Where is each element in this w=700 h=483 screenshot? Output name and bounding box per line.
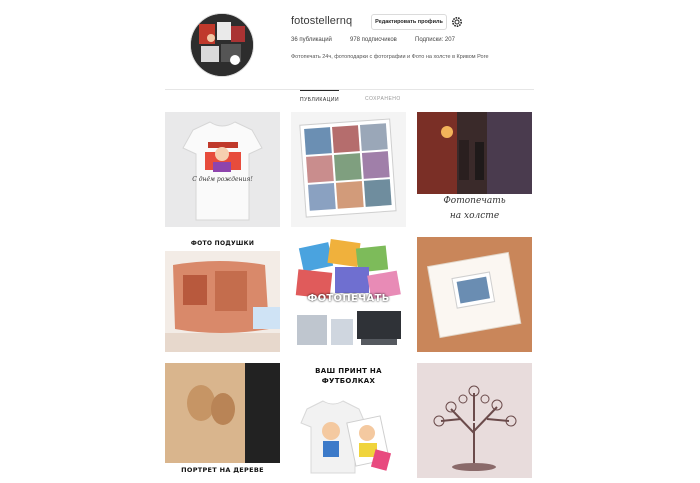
posts-grid: С днём рождения! Фотопечать на холсте ФО…	[165, 112, 533, 478]
post-photo-printing[interactable]: ФОТОПЕЧАТЬ	[291, 237, 406, 352]
post-caption: ПОРТРЕТ НА ДЕРЕВЕ	[181, 466, 264, 474]
profile-tabs: ПУБЛИКАЦИИ СОХРАНЕНО	[165, 90, 534, 108]
post-caption-line1: ВАШ ПРИНТ НА	[315, 367, 382, 375]
following-count[interactable]: Подписки: 207	[415, 37, 455, 43]
post-caption: ФОТО ПОДУШКИ	[190, 240, 255, 247]
profile-header: fotostellernq Редактировать профиль 36 п…	[0, 0, 700, 90]
post-tshirt-print[interactable]: ВАШ ПРИНТ НА ФУТБОЛКАХ	[291, 363, 406, 478]
edit-profile-button[interactable]: Редактировать профиль	[371, 14, 447, 30]
post-family-tree[interactable]	[417, 363, 532, 478]
post-caption-line2: ФУТБОЛКАХ	[321, 377, 376, 385]
post-portrait-wood[interactable]: ПОРТРЕТ НА ДЕРЕВЕ	[165, 363, 280, 478]
post-photo-album[interactable]	[417, 237, 532, 352]
post-photo-collage[interactable]	[291, 112, 406, 227]
profile-bio: Фотопечать 24ч, фотоподарки с фотографии…	[291, 54, 489, 60]
tab-posts[interactable]: ПУБЛИКАЦИИ	[300, 90, 340, 103]
post-photo-pillows[interactable]: ФОТО ПОДУШКИ	[165, 237, 280, 352]
profile-username: fotostellernq	[291, 15, 353, 27]
gear-icon[interactable]	[451, 15, 463, 27]
posts-count: 36 публикаций	[291, 37, 332, 43]
post-canvas-print[interactable]: Фотопечать на холсте	[417, 112, 532, 227]
avatar[interactable]	[190, 13, 254, 77]
tab-saved[interactable]: СОХРАНЕНО	[365, 96, 401, 102]
post-caption-line1: Фотопечать	[443, 196, 506, 206]
post-caption: С днём рождения!	[192, 176, 253, 183]
post-caption-line2: на холсте	[449, 211, 500, 221]
followers-count[interactable]: 978 подписчиков	[350, 37, 397, 43]
post-tshirt-birthday[interactable]: С днём рождения!	[165, 112, 280, 227]
post-caption: ФОТОПЕЧАТЬ	[307, 293, 390, 304]
